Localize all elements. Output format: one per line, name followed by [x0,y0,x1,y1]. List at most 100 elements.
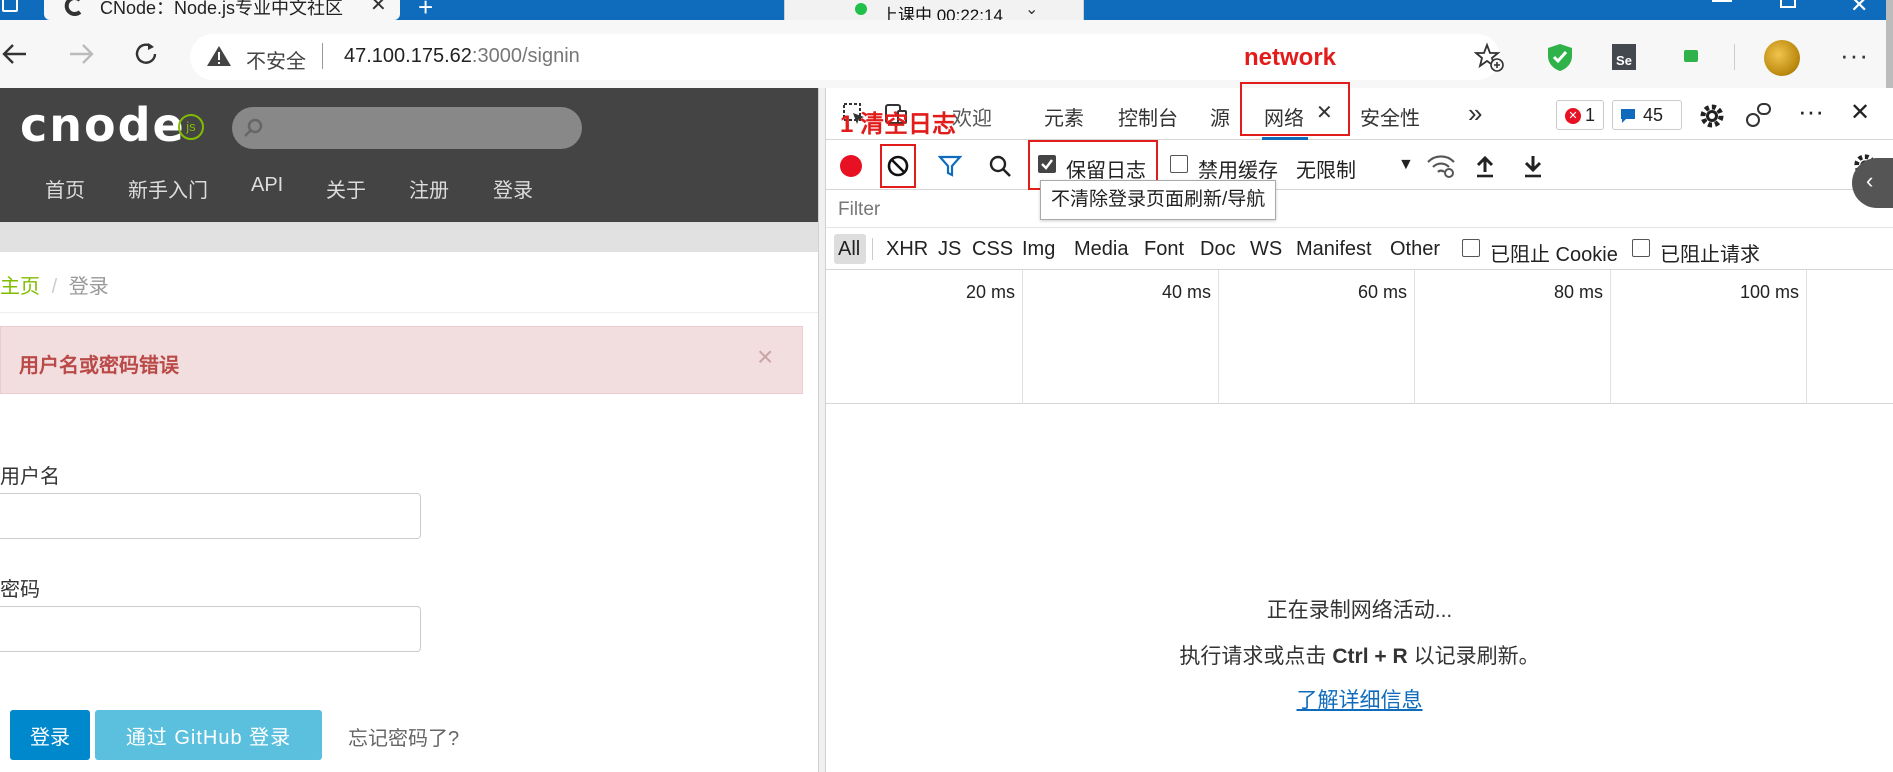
type-manifest[interactable]: Manifest [1296,238,1372,261]
blocked-requests-label[interactable]: 已阻止请求 [1660,238,1760,267]
close-devtools-icon[interactable]: ✕ [1850,98,1870,127]
tab-sources[interactable]: 源 [1210,102,1230,131]
type-doc[interactable]: Doc [1200,238,1236,261]
breadcrumb-home[interactable]: 主页 [0,276,40,298]
preserve-log-tooltip: 不清除登录页面刷新/导航 [1040,180,1277,220]
nav-api[interactable]: API [251,174,283,197]
gear-icon[interactable] [1698,102,1726,130]
blocked-cookies-checkbox[interactable] [1462,239,1480,257]
blocked-requests-checkbox[interactable] [1632,239,1650,257]
more-tabs-icon[interactable]: » [1468,98,1482,129]
breadcrumb: 主页 / 登录 [0,270,109,299]
url-text[interactable]: 47.100.175.62:3000/signin [344,45,580,68]
toolbar-separator [1734,44,1735,70]
error-message: 用户名或密码错误 [19,355,179,377]
nav-about[interactable]: 关于 [326,174,366,203]
url-divider [322,43,323,69]
login-button[interactable]: 登录 [10,710,90,760]
window-scrollbar[interactable] [1886,0,1893,90]
export-har-icon[interactable] [1522,154,1544,178]
github-login-button[interactable]: 通过 GitHub 登录 [95,710,322,760]
network-overview-timeline[interactable]: 20 ms 40 ms 60 ms 80 ms 100 ms [826,270,1893,404]
disable-cache-checkbox[interactable] [1170,155,1188,173]
type-ws[interactable]: WS [1250,238,1282,261]
type-img[interactable]: Img [1022,238,1055,261]
timeline-gridline [1022,270,1023,404]
minimize-button[interactable] [1712,0,1732,2]
filter-icon[interactable] [938,154,962,178]
error-counter[interactable]: ✕ 1 [1556,100,1604,130]
cnode-logo[interactable]: cnode js [20,98,210,152]
insecure-label: 不安全 [246,51,306,73]
search-icon[interactable] [988,154,1012,178]
dropdown-arrow-icon: ▼ [1398,156,1414,173]
tab-welcome[interactable]: 欢迎 [952,102,992,131]
connect-icon[interactable] [1744,100,1774,130]
tab-strip: CNode：Node.js专业中文社区 ✕ + 上课中 00:22:14 ⌄ ✕ [0,0,1893,20]
tab-elements[interactable]: 元素 [1044,102,1084,131]
username-field[interactable] [0,493,421,539]
error-alert: 用户名或密码错误 × [0,326,803,394]
devtools-splitter[interactable] [818,88,826,772]
error-icon: ✕ [1565,108,1581,124]
type-js[interactable]: JS [938,238,961,261]
record-button[interactable] [840,155,862,177]
type-all[interactable]: All [838,238,860,261]
settings-menu-icon[interactable]: ··· [1840,40,1869,71]
tab-actions-icon[interactable] [2,0,18,12]
timeline-gridline [1414,270,1415,404]
avatar[interactable] [1764,40,1800,76]
recording-indicator[interactable]: 上课中 00:22:14 ⌄ [784,0,1084,20]
close-window-button[interactable]: ✕ [1850,0,1868,18]
shield-extension-icon[interactable] [1546,42,1574,72]
import-har-icon[interactable] [1474,154,1496,178]
breadcrumb-current: 登录 [68,276,109,298]
nav-register[interactable]: 注册 [409,174,449,203]
forgot-password-link[interactable]: 忘记密码了? [348,722,459,751]
timeline-gridline [1806,270,1807,404]
hint-suffix: 以记录刷新。 [1413,645,1540,668]
restore-button[interactable] [1780,0,1796,8]
type-media[interactable]: Media [1074,238,1128,261]
tab-close-icon[interactable]: ✕ [370,0,387,17]
back-arrow-icon[interactable] [0,40,30,68]
devtools-tab-bar: 欢迎 元素 控制台 源 网络 ✕ 安全性 » ✕ 1 45 ··· ✕ [826,82,1893,140]
selenium-extension-icon[interactable]: Se [1612,44,1636,70]
type-font[interactable]: Font [1144,238,1184,261]
nav-getting-started[interactable]: 新手入门 [128,174,208,203]
tab-console[interactable]: 控制台 [1118,102,1178,131]
close-icon[interactable]: × [757,341,773,373]
nav-home[interactable]: 首页 [45,174,85,203]
password-field[interactable] [0,606,421,652]
hint-prefix: 执行请求或点击 [1179,645,1327,668]
refresh-icon[interactable] [132,40,160,68]
message-counter[interactable]: 45 [1612,100,1682,130]
error-count: 1 [1585,105,1596,125]
breadcrumb-separator: / [51,276,58,298]
network-toolbar: 保留日志 禁用缓存 无限制 ▼ [826,140,1893,190]
type-other[interactable]: Other [1390,238,1440,261]
browser-tab[interactable]: CNode：Node.js专业中文社区 ✕ [44,0,400,20]
network-conditions-icon[interactable] [1426,152,1456,180]
more-options-icon[interactable]: ··· [1798,96,1824,127]
recording-timer: 上课中 00:22:14 [881,6,1003,20]
password-label: 密码 [0,579,40,601]
learn-more-link[interactable]: 了解详细信息 [826,684,1893,714]
timeline-tick-label: 20 ms [966,282,1016,302]
extension-green-icon[interactable] [1684,50,1698,62]
hint-shortcut: Ctrl + R [1332,645,1408,668]
tab-title: CNode：Node.js专业中文社区 [100,0,344,18]
throttling-select[interactable]: 无限制 ▼ [1296,148,1414,182]
forward-arrow-icon[interactable] [66,40,96,68]
type-css[interactable]: CSS [972,238,1013,261]
add-favorite-icon[interactable] [1474,42,1504,72]
filter-input[interactable]: Filter [838,199,880,221]
type-xhr[interactable]: XHR [886,238,928,261]
throttling-value: 无限制 [1296,160,1356,182]
search-input[interactable] [232,107,582,149]
new-tab-icon[interactable]: + [418,0,433,20]
nav-login[interactable]: 登录 [493,174,533,203]
tab-security[interactable]: 安全性 [1360,102,1420,131]
disable-cache-label[interactable]: 禁用缓存 [1198,154,1278,183]
blocked-cookies-label[interactable]: 已阻止 Cookie [1490,238,1618,267]
